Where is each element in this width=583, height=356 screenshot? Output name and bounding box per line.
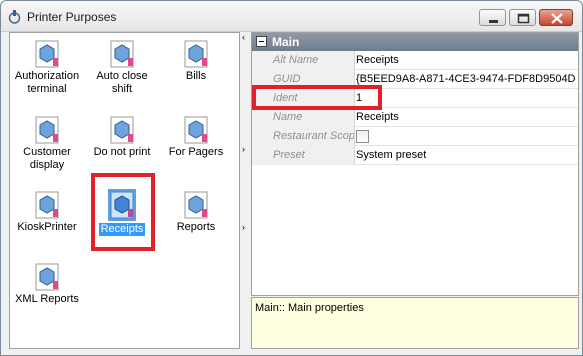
property-row-preset[interactable]: Preset System preset	[252, 146, 578, 165]
printer-purpose-icon	[35, 191, 59, 219]
property-value[interactable]: System preset	[356, 149, 576, 161]
purpose-label: Reports	[176, 221, 216, 233]
close-button[interactable]	[539, 9, 573, 26]
window-title: Printer Purposes	[27, 10, 117, 24]
property-value[interactable]: {B5EED9A8-A871-4CE3-9474-FDF8D9504D4	[356, 73, 576, 85]
splitter[interactable]: ‹ › ›	[240, 32, 251, 349]
collapse-left-arrow[interactable]: ‹	[242, 32, 245, 42]
minimize-button[interactable]	[479, 9, 506, 26]
purpose-label: Customer display	[23, 146, 71, 171]
printer-purpose-icon	[110, 116, 134, 144]
property-name: Name	[252, 108, 355, 127]
purpose-label: KioskPrinter	[17, 221, 77, 233]
restaurant-scope-checkbox[interactable]	[356, 130, 369, 143]
property-row-restaurant-scope[interactable]: Restaurant Scop	[252, 127, 578, 146]
close-icon	[551, 13, 563, 24]
printer-purpose-icon	[35, 40, 59, 68]
purpose-item[interactable]: Auto close shift	[86, 40, 158, 96]
printer-purpose-icon	[35, 263, 59, 291]
purpose-item[interactable]: Bills	[160, 40, 232, 83]
collapse-toggle-icon[interactable]	[256, 36, 267, 47]
purpose-item[interactable]: Do not print	[86, 116, 158, 159]
category-title: Main	[272, 35, 300, 49]
description-text: Main:: Main properties	[255, 302, 364, 314]
property-row-name[interactable]: Name Receipts	[252, 108, 578, 127]
purpose-label: Bills	[185, 70, 207, 82]
purpose-label: Auto close shift	[96, 70, 148, 95]
collapse-right-arrow[interactable]: ›	[242, 144, 245, 154]
purpose-item[interactable]: Customer display	[11, 116, 83, 172]
property-grid[interactable]: Main Alt Name Receipts GUID {B5EED9A8-A8…	[251, 32, 579, 296]
category-header[interactable]: Main	[252, 33, 578, 51]
ident-highlight-box	[252, 85, 382, 110]
purpose-item[interactable]: Reports	[160, 191, 232, 234]
maximize-button[interactable]	[509, 9, 536, 26]
printer-purpose-icon	[184, 116, 208, 144]
purpose-item[interactable]: KioskPrinter	[11, 191, 83, 234]
purpose-label: Do not print	[93, 146, 151, 158]
printer-purpose-icon	[184, 40, 208, 68]
receipts-highlight-box	[91, 173, 155, 251]
property-value[interactable]: 1	[356, 92, 576, 104]
property-name: Restaurant Scop	[252, 127, 355, 146]
property-value[interactable]: Receipts	[356, 111, 576, 123]
purpose-item[interactable]: XML Reports	[11, 263, 83, 306]
printer-purpose-icon	[35, 116, 59, 144]
property-value[interactable]: Receipts	[356, 54, 576, 66]
property-row-alt-name[interactable]: Alt Name Receipts	[252, 51, 578, 70]
purpose-label: XML Reports	[15, 293, 79, 305]
collapse-right-arrow[interactable]: ›	[242, 222, 245, 232]
description-panel: Main:: Main properties	[251, 297, 579, 349]
printer-purpose-icon	[110, 40, 134, 68]
property-name: Alt Name	[252, 51, 355, 70]
printer-purposes-window: Printer Purposes Authorization terminal A…	[0, 0, 583, 356]
purpose-label: For Pagers	[168, 146, 224, 158]
printer-purpose-icon	[184, 191, 208, 219]
purpose-item[interactable]: Authorization terminal	[11, 40, 83, 96]
purpose-item[interactable]: For Pagers	[160, 116, 232, 159]
title-bar[interactable]: Printer Purposes	[1, 1, 582, 32]
purpose-label: Authorization terminal	[14, 70, 80, 95]
property-name: Preset	[252, 146, 355, 165]
printer-purpose-icon	[8, 10, 21, 24]
minimize-icon	[489, 20, 498, 23]
maximize-icon	[517, 13, 530, 24]
